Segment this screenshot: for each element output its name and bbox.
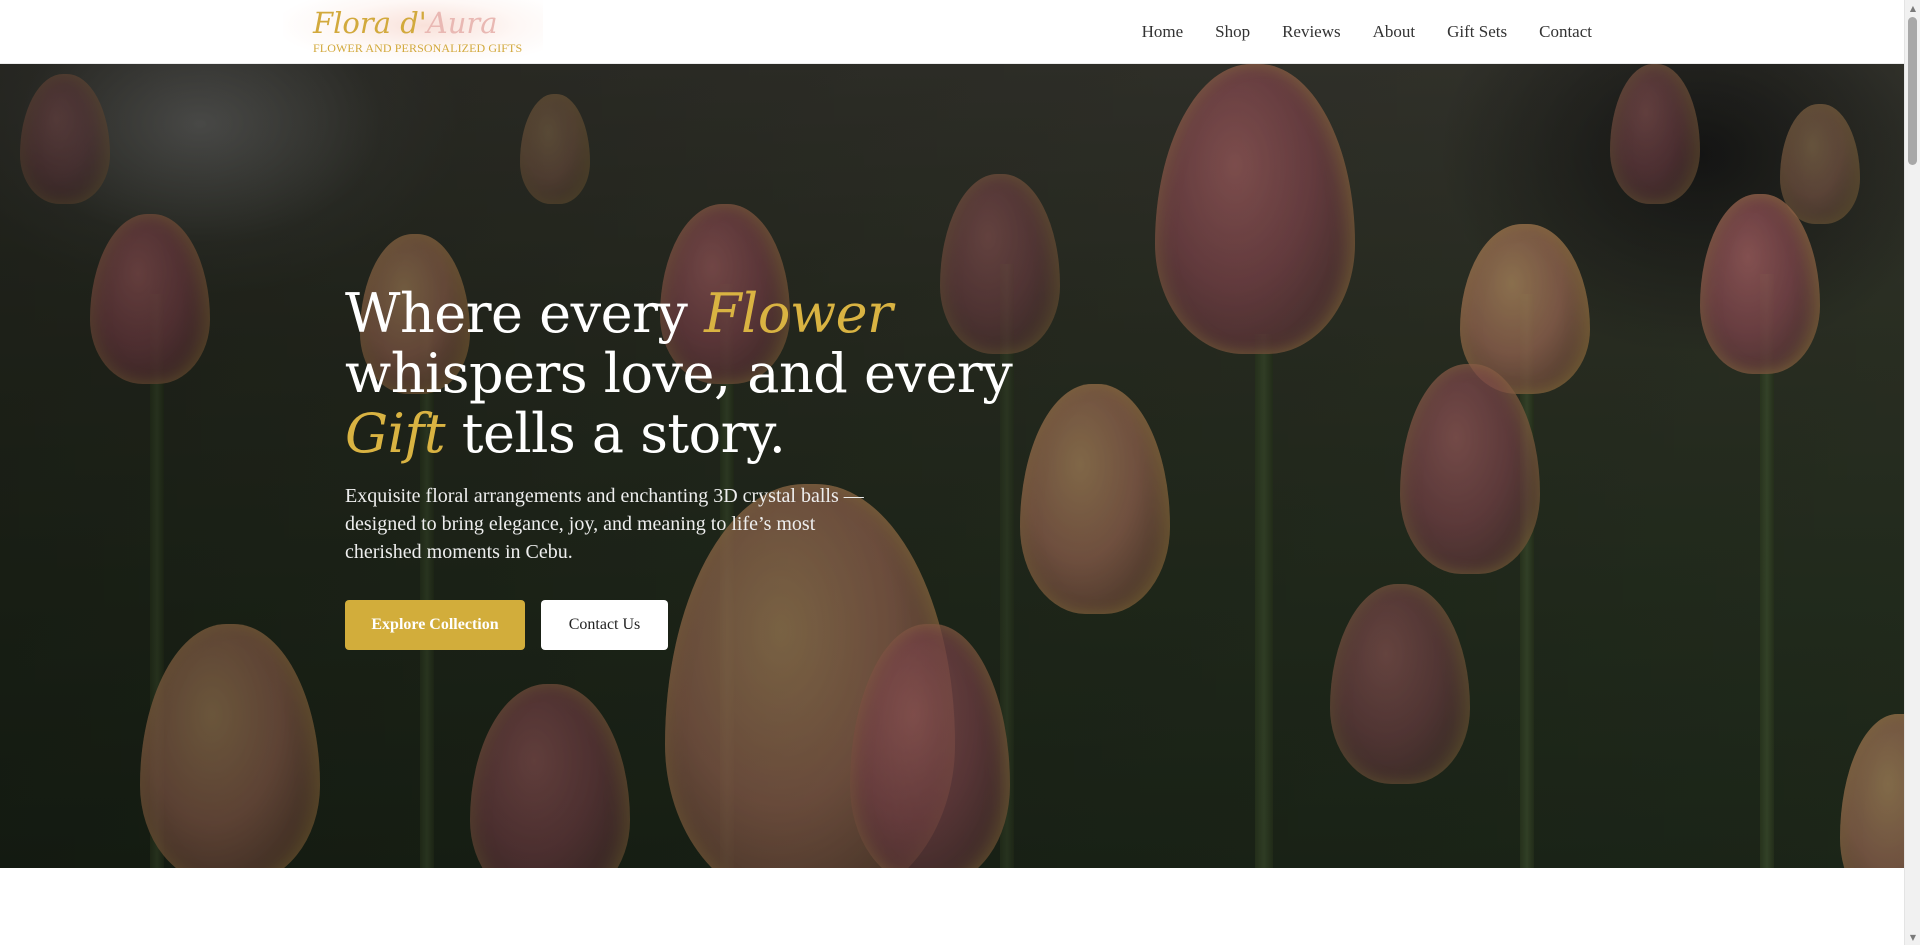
nav-about[interactable]: About bbox=[1373, 22, 1416, 42]
heading-text-2: whispers love, and every bbox=[345, 342, 1013, 405]
page-scrollbar[interactable]: ▲ ▼ bbox=[1904, 0, 1920, 945]
explore-collection-button[interactable]: Explore Collection bbox=[345, 600, 525, 650]
scroll-up-icon[interactable]: ▲ bbox=[1905, 0, 1920, 16]
brand-logo[interactable]: Flora d'Aura FLOWER AND PERSONALIZED GIF… bbox=[283, 0, 543, 64]
next-section bbox=[0, 868, 1904, 945]
site-header: Flora d'Aura FLOWER AND PERSONALIZED GIF… bbox=[0, 0, 1904, 64]
nav-gift-sets[interactable]: Gift Sets bbox=[1447, 22, 1507, 42]
main-nav: Home Shop Reviews About Gift Sets Contac… bbox=[1142, 0, 1592, 64]
heading-text-1: Where every bbox=[345, 282, 705, 345]
page: Flora d'Aura FLOWER AND PERSONALIZED GIF… bbox=[0, 0, 1920, 945]
heading-accent-flower: Flower bbox=[704, 282, 893, 345]
heading-accent-gift: Gift bbox=[345, 402, 446, 465]
brand-name: Flora d'Aura bbox=[313, 4, 522, 42]
hero-heading: Where every Flower whispers love, and eve… bbox=[345, 284, 1065, 464]
nav-shop[interactable]: Shop bbox=[1215, 22, 1250, 42]
hero-buttons: Explore Collection Contact Us bbox=[345, 600, 1065, 650]
nav-reviews[interactable]: Reviews bbox=[1282, 22, 1341, 42]
nav-home[interactable]: Home bbox=[1142, 22, 1184, 42]
contact-us-button[interactable]: Contact Us bbox=[541, 600, 668, 650]
nav-contact[interactable]: Contact bbox=[1539, 22, 1592, 42]
hero-content: Where every Flower whispers love, and eve… bbox=[345, 284, 1065, 650]
scroll-down-icon[interactable]: ▼ bbox=[1905, 929, 1920, 945]
hero-subheading: Exquisite floral arrangements and enchan… bbox=[345, 485, 864, 563]
brand-name-part1: Flora d' bbox=[313, 6, 427, 40]
heading-text-3: tells a story. bbox=[445, 402, 786, 465]
brand-name-part2: Aura bbox=[426, 6, 498, 40]
brand-tagline: FLOWER AND PERSONALIZED GIFTS bbox=[313, 41, 523, 55]
scrollbar-thumb[interactable] bbox=[1908, 17, 1917, 165]
hero-section: Where every Flower whispers love, and eve… bbox=[0, 64, 1904, 868]
